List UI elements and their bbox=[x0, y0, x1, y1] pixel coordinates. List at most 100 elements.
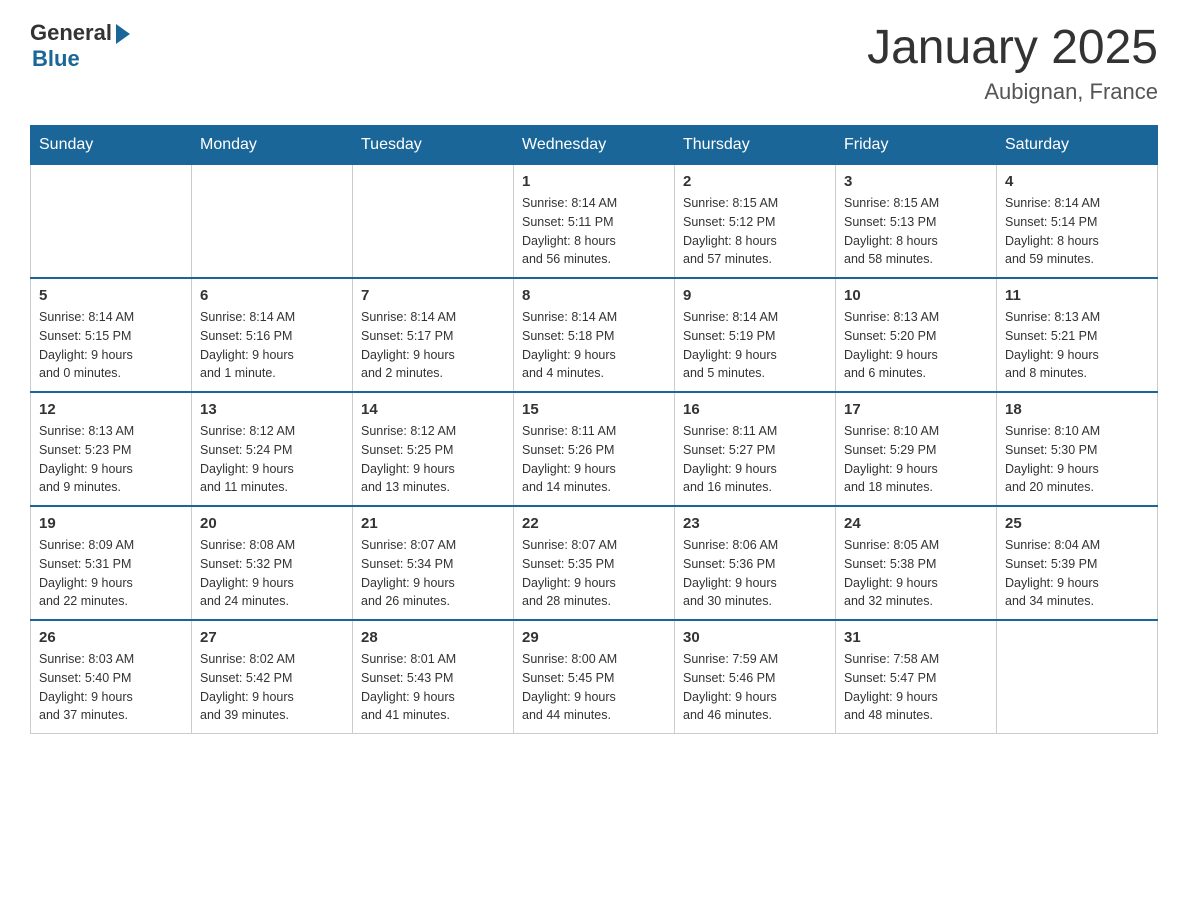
calendar-cell: 15 Sunrise: 8:11 AMSunset: 5:26 PMDayligh… bbox=[514, 392, 675, 506]
calendar-cell: 7Sunrise: 8:14 AMSunset: 5:17 PMDaylight… bbox=[353, 278, 514, 392]
calendar-cell: 5 Sunrise: 8:14 AMSunset: 5:15 PMDaylight… bbox=[31, 278, 192, 392]
calendar-cell: 19 Sunrise: 8:09 AMSunset: 5:31 PMDayligh… bbox=[31, 506, 192, 620]
calendar-cell bbox=[31, 165, 192, 279]
day-number: 23 bbox=[683, 515, 827, 532]
calendar-cell: 29 Sunrise: 8:00 AMSunset: 5:45 PMDayligh… bbox=[514, 620, 675, 734]
day-info: Sunrise: 8:14 AMSunset: 5:15 PMDaylight:… bbox=[39, 308, 183, 383]
calendar-title: January 2025 bbox=[867, 20, 1158, 75]
calendar-cell: 23 Sunrise: 8:06 AMSunset: 5:36 PMDayligh… bbox=[675, 506, 836, 620]
day-number: 4 bbox=[1005, 173, 1149, 190]
day-number: 13 bbox=[200, 401, 344, 418]
calendar-cell: 8 Sunrise: 8:14 AMSunset: 5:18 PMDaylight… bbox=[514, 278, 675, 392]
day-info: Sunrise: 8:13 AMSunset: 5:23 PMDaylight:… bbox=[39, 422, 183, 497]
calendar-cell: 24 Sunrise: 8:05 AMSunset: 5:38 PMDayligh… bbox=[836, 506, 997, 620]
day-number: 3 bbox=[844, 173, 988, 190]
day-info: Sunrise: 8:14 AMSunset: 5:14 PMDaylight:… bbox=[1005, 194, 1149, 269]
day-info: Sunrise: 8:12 AMSunset: 5:25 PMDaylight:… bbox=[361, 422, 505, 497]
day-info: Sunrise: 8:05 AMSunset: 5:38 PMDaylight:… bbox=[844, 536, 988, 611]
weekday-header-row: SundayMondayTuesdayWednesdayThursdayFrid… bbox=[31, 126, 1158, 165]
title-block: January 2025 Aubignan, France bbox=[867, 20, 1158, 105]
day-info: Sunrise: 8:10 AMSunset: 5:30 PMDaylight:… bbox=[1005, 422, 1149, 497]
day-number: 10 bbox=[844, 287, 988, 304]
calendar-cell: 17 Sunrise: 8:10 AMSunset: 5:29 PMDayligh… bbox=[836, 392, 997, 506]
calendar-cell: 27 Sunrise: 8:02 AMSunset: 5:42 PMDayligh… bbox=[192, 620, 353, 734]
day-info: Sunrise: 8:00 AMSunset: 5:45 PMDaylight:… bbox=[522, 650, 666, 725]
day-info: Sunrise: 8:14 AMSunset: 5:18 PMDaylight:… bbox=[522, 308, 666, 383]
calendar-cell bbox=[353, 165, 514, 279]
day-number: 27 bbox=[200, 629, 344, 646]
calendar-cell: 10 Sunrise: 8:13 AMSunset: 5:20 PMDayligh… bbox=[836, 278, 997, 392]
calendar-cell: 21 Sunrise: 8:07 AMSunset: 5:34 PMDayligh… bbox=[353, 506, 514, 620]
weekday-header-tuesday: Tuesday bbox=[353, 126, 514, 165]
day-number: 19 bbox=[39, 515, 183, 532]
day-info: Sunrise: 8:10 AMSunset: 5:29 PMDaylight:… bbox=[844, 422, 988, 497]
day-number: 11 bbox=[1005, 287, 1149, 304]
calendar-cell: 1Sunrise: 8:14 AMSunset: 5:11 PMDaylight… bbox=[514, 165, 675, 279]
weekday-header-monday: Monday bbox=[192, 126, 353, 165]
day-info: Sunrise: 7:58 AMSunset: 5:47 PMDaylight:… bbox=[844, 650, 988, 725]
day-number: 17 bbox=[844, 401, 988, 418]
week-row-0: 1Sunrise: 8:14 AMSunset: 5:11 PMDaylight… bbox=[31, 165, 1158, 279]
week-row-3: 19 Sunrise: 8:09 AMSunset: 5:31 PMDayligh… bbox=[31, 506, 1158, 620]
day-number: 24 bbox=[844, 515, 988, 532]
day-info: Sunrise: 8:15 AMSunset: 5:13 PMDaylight:… bbox=[844, 194, 988, 269]
day-info: Sunrise: 8:03 AMSunset: 5:40 PMDaylight:… bbox=[39, 650, 183, 725]
day-number: 29 bbox=[522, 629, 666, 646]
calendar-cell: 14 Sunrise: 8:12 AMSunset: 5:25 PMDayligh… bbox=[353, 392, 514, 506]
week-row-4: 26 Sunrise: 8:03 AMSunset: 5:40 PMDayligh… bbox=[31, 620, 1158, 734]
day-info: Sunrise: 8:06 AMSunset: 5:36 PMDaylight:… bbox=[683, 536, 827, 611]
day-number: 20 bbox=[200, 515, 344, 532]
calendar-table: SundayMondayTuesdayWednesdayThursdayFrid… bbox=[30, 125, 1158, 734]
page-header: General Blue January 2025 Aubignan, Fran… bbox=[30, 20, 1158, 105]
day-info: Sunrise: 8:02 AMSunset: 5:42 PMDaylight:… bbox=[200, 650, 344, 725]
day-number: 26 bbox=[39, 629, 183, 646]
weekday-header-friday: Friday bbox=[836, 126, 997, 165]
calendar-cell: 11 Sunrise: 8:13 AMSunset: 5:21 PMDayligh… bbox=[997, 278, 1158, 392]
day-info: Sunrise: 8:13 AMSunset: 5:20 PMDaylight:… bbox=[844, 308, 988, 383]
calendar-cell: 18 Sunrise: 8:10 AMSunset: 5:30 PMDayligh… bbox=[997, 392, 1158, 506]
day-info: Sunrise: 8:11 AMSunset: 5:27 PMDaylight:… bbox=[683, 422, 827, 497]
calendar-cell: 31Sunrise: 7:58 AMSunset: 5:47 PMDayligh… bbox=[836, 620, 997, 734]
day-number: 8 bbox=[522, 287, 666, 304]
logo-blue-text: Blue bbox=[32, 46, 80, 72]
calendar-cell: 3 Sunrise: 8:15 AMSunset: 5:13 PMDaylight… bbox=[836, 165, 997, 279]
weekday-header-wednesday: Wednesday bbox=[514, 126, 675, 165]
day-number: 15 bbox=[522, 401, 666, 418]
day-info: Sunrise: 8:11 AMSunset: 5:26 PMDaylight:… bbox=[522, 422, 666, 497]
calendar-cell: 26 Sunrise: 8:03 AMSunset: 5:40 PMDayligh… bbox=[31, 620, 192, 734]
calendar-cell: 30Sunrise: 7:59 AMSunset: 5:46 PMDayligh… bbox=[675, 620, 836, 734]
logo: General Blue bbox=[30, 20, 130, 72]
day-info: Sunrise: 8:13 AMSunset: 5:21 PMDaylight:… bbox=[1005, 308, 1149, 383]
week-row-1: 5 Sunrise: 8:14 AMSunset: 5:15 PMDaylight… bbox=[31, 278, 1158, 392]
day-number: 1 bbox=[522, 173, 666, 190]
day-info: Sunrise: 8:09 AMSunset: 5:31 PMDaylight:… bbox=[39, 536, 183, 611]
day-info: Sunrise: 8:12 AMSunset: 5:24 PMDaylight:… bbox=[200, 422, 344, 497]
day-info: Sunrise: 8:07 AMSunset: 5:34 PMDaylight:… bbox=[361, 536, 505, 611]
calendar-subtitle: Aubignan, France bbox=[867, 79, 1158, 105]
weekday-header-sunday: Sunday bbox=[31, 126, 192, 165]
day-info: Sunrise: 8:14 AMSunset: 5:16 PMDaylight:… bbox=[200, 308, 344, 383]
day-number: 12 bbox=[39, 401, 183, 418]
day-info: Sunrise: 8:15 AMSunset: 5:12 PMDaylight:… bbox=[683, 194, 827, 269]
day-number: 28 bbox=[361, 629, 505, 646]
day-number: 6 bbox=[200, 287, 344, 304]
day-number: 16 bbox=[683, 401, 827, 418]
day-number: 22 bbox=[522, 515, 666, 532]
day-number: 18 bbox=[1005, 401, 1149, 418]
calendar-cell: 16 Sunrise: 8:11 AMSunset: 5:27 PMDayligh… bbox=[675, 392, 836, 506]
day-info: Sunrise: 8:14 AMSunset: 5:19 PMDaylight:… bbox=[683, 308, 827, 383]
calendar-cell: 9Sunrise: 8:14 AMSunset: 5:19 PMDaylight… bbox=[675, 278, 836, 392]
calendar-cell: 13 Sunrise: 8:12 AMSunset: 5:24 PMDayligh… bbox=[192, 392, 353, 506]
calendar-cell: 6 Sunrise: 8:14 AMSunset: 5:16 PMDaylight… bbox=[192, 278, 353, 392]
day-info: Sunrise: 8:07 AMSunset: 5:35 PMDaylight:… bbox=[522, 536, 666, 611]
weekday-header-thursday: Thursday bbox=[675, 126, 836, 165]
day-number: 5 bbox=[39, 287, 183, 304]
day-info: Sunrise: 8:04 AMSunset: 5:39 PMDaylight:… bbox=[1005, 536, 1149, 611]
day-info: Sunrise: 8:08 AMSunset: 5:32 PMDaylight:… bbox=[200, 536, 344, 611]
calendar-cell: 28Sunrise: 8:01 AMSunset: 5:43 PMDayligh… bbox=[353, 620, 514, 734]
calendar-cell: 12 Sunrise: 8:13 AMSunset: 5:23 PMDayligh… bbox=[31, 392, 192, 506]
day-number: 7 bbox=[361, 287, 505, 304]
day-number: 14 bbox=[361, 401, 505, 418]
calendar-cell: 2Sunrise: 8:15 AMSunset: 5:12 PMDaylight… bbox=[675, 165, 836, 279]
day-number: 21 bbox=[361, 515, 505, 532]
